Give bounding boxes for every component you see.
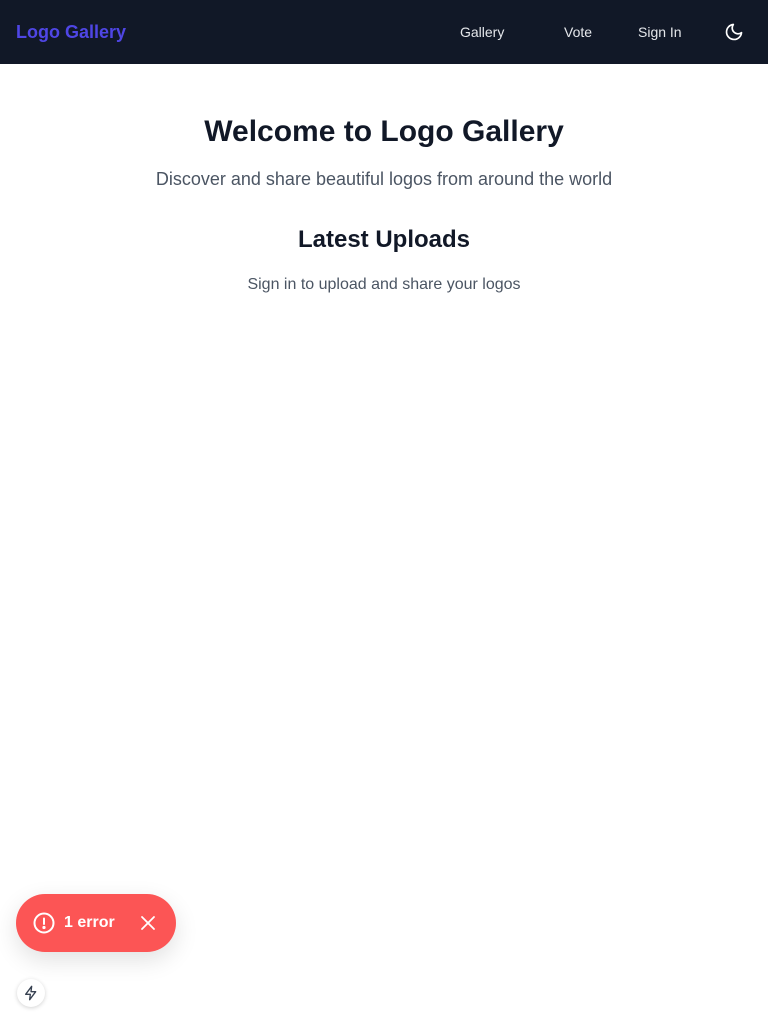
theme-toggle-button[interactable] [720,18,748,46]
top-navbar: Logo Gallery Gallery Vote Sign In [0,0,768,64]
lightning-icon [25,985,37,1001]
latest-uploads-heading: Latest Uploads [297,226,471,253]
sign-in-prompt: Sign in to upload and share your logos [247,276,521,293]
error-toast[interactable]: 1 error [16,894,176,952]
nav-link-vote[interactable]: Vote [564,22,592,42]
brand-logo-link[interactable]: Logo Gallery [16,20,126,44]
alert-circle-icon [33,912,55,934]
close-icon[interactable] [138,913,158,933]
page-title: Welcome to Logo Gallery [204,115,564,148]
dev-tools-indicator-button[interactable] [17,979,45,1007]
nav-link-gallery[interactable]: Gallery [460,22,504,42]
page-subtitle: Discover and share beautiful logos from … [155,169,613,189]
nav-link-sign-in[interactable]: Sign In [638,22,682,42]
error-count-label[interactable]: 1 error [64,913,115,933]
moon-icon [725,23,743,41]
